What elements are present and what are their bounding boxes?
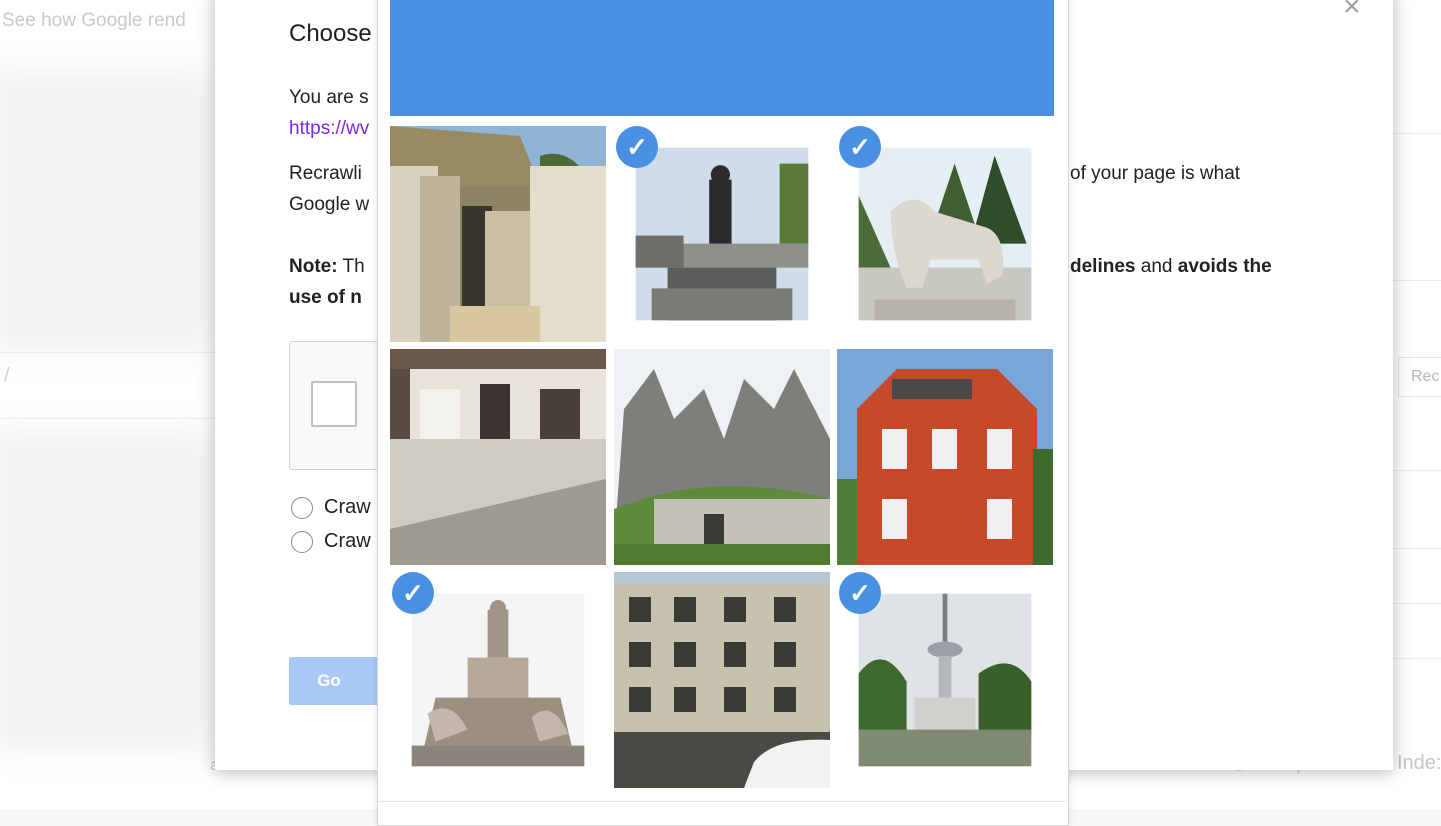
dialog-note-text: Note: Th [289,251,365,282]
background-divider [0,418,215,419]
selected-check-icon: ✓ [839,126,881,168]
note-label: Note: [289,256,338,277]
crawl-option-2[interactable]: Craw [291,530,371,553]
dialog-submitted-text: You are s [289,87,369,108]
dialog-title: Choose [289,20,372,47]
selected-check-icon: ✓ [616,126,658,168]
background-divider [1393,603,1441,604]
background-divider [1393,658,1441,659]
background-blur-panel [0,430,210,750]
captcha-tile-red-house[interactable] [837,349,1053,565]
dialog-note-text: delines and avoids the [1070,251,1272,282]
background-path-slash: / [4,365,10,387]
background-divider [1393,470,1441,471]
recaptcha-footer-divider [378,801,1066,802]
background-divider [1393,133,1441,134]
note-guidelines-link: delines [1070,256,1136,277]
captcha-tile-warehouse[interactable] [390,349,606,565]
close-icon[interactable]: × [1343,0,1361,22]
captcha-tile-stone-ruins[interactable] [390,126,606,342]
dialog-recrawl-text: Recrawli [289,163,362,184]
captcha-tile-apartment-building[interactable] [614,572,830,788]
crawl-option-1[interactable]: Craw [291,496,371,519]
background-divider [1393,548,1441,549]
dialog-url-link[interactable]: https://wv [289,113,369,144]
selected-check-icon: ✓ [392,572,434,614]
selected-check-icon: ✓ [839,572,881,614]
crawl-option-label: Craw [324,496,371,518]
background-hint-text: See how Google rend [2,10,186,31]
background-request-button[interactable]: Rec [1398,357,1441,397]
recaptcha-checkbox[interactable] [311,381,357,427]
background-blur-panel [0,70,210,350]
background-index-label: Inde: [1397,752,1441,774]
captcha-tile-rock-fortress[interactable] [614,349,830,565]
note-text: and [1135,256,1178,277]
radio-button[interactable] [291,496,313,519]
note-avoids-text: avoids the [1177,256,1272,277]
crawl-option-label: Craw [324,530,371,552]
note-text: Th [337,256,365,277]
dialog-note-text: use of n [289,287,362,308]
radio-button[interactable] [291,530,313,553]
background-divider [0,352,215,353]
dialog-recrawl-text: of your page is what [1070,163,1241,184]
dialog-recrawl-text: Google w [289,194,370,215]
background-divider [1393,280,1441,281]
recaptcha-challenge-header [390,0,1054,116]
